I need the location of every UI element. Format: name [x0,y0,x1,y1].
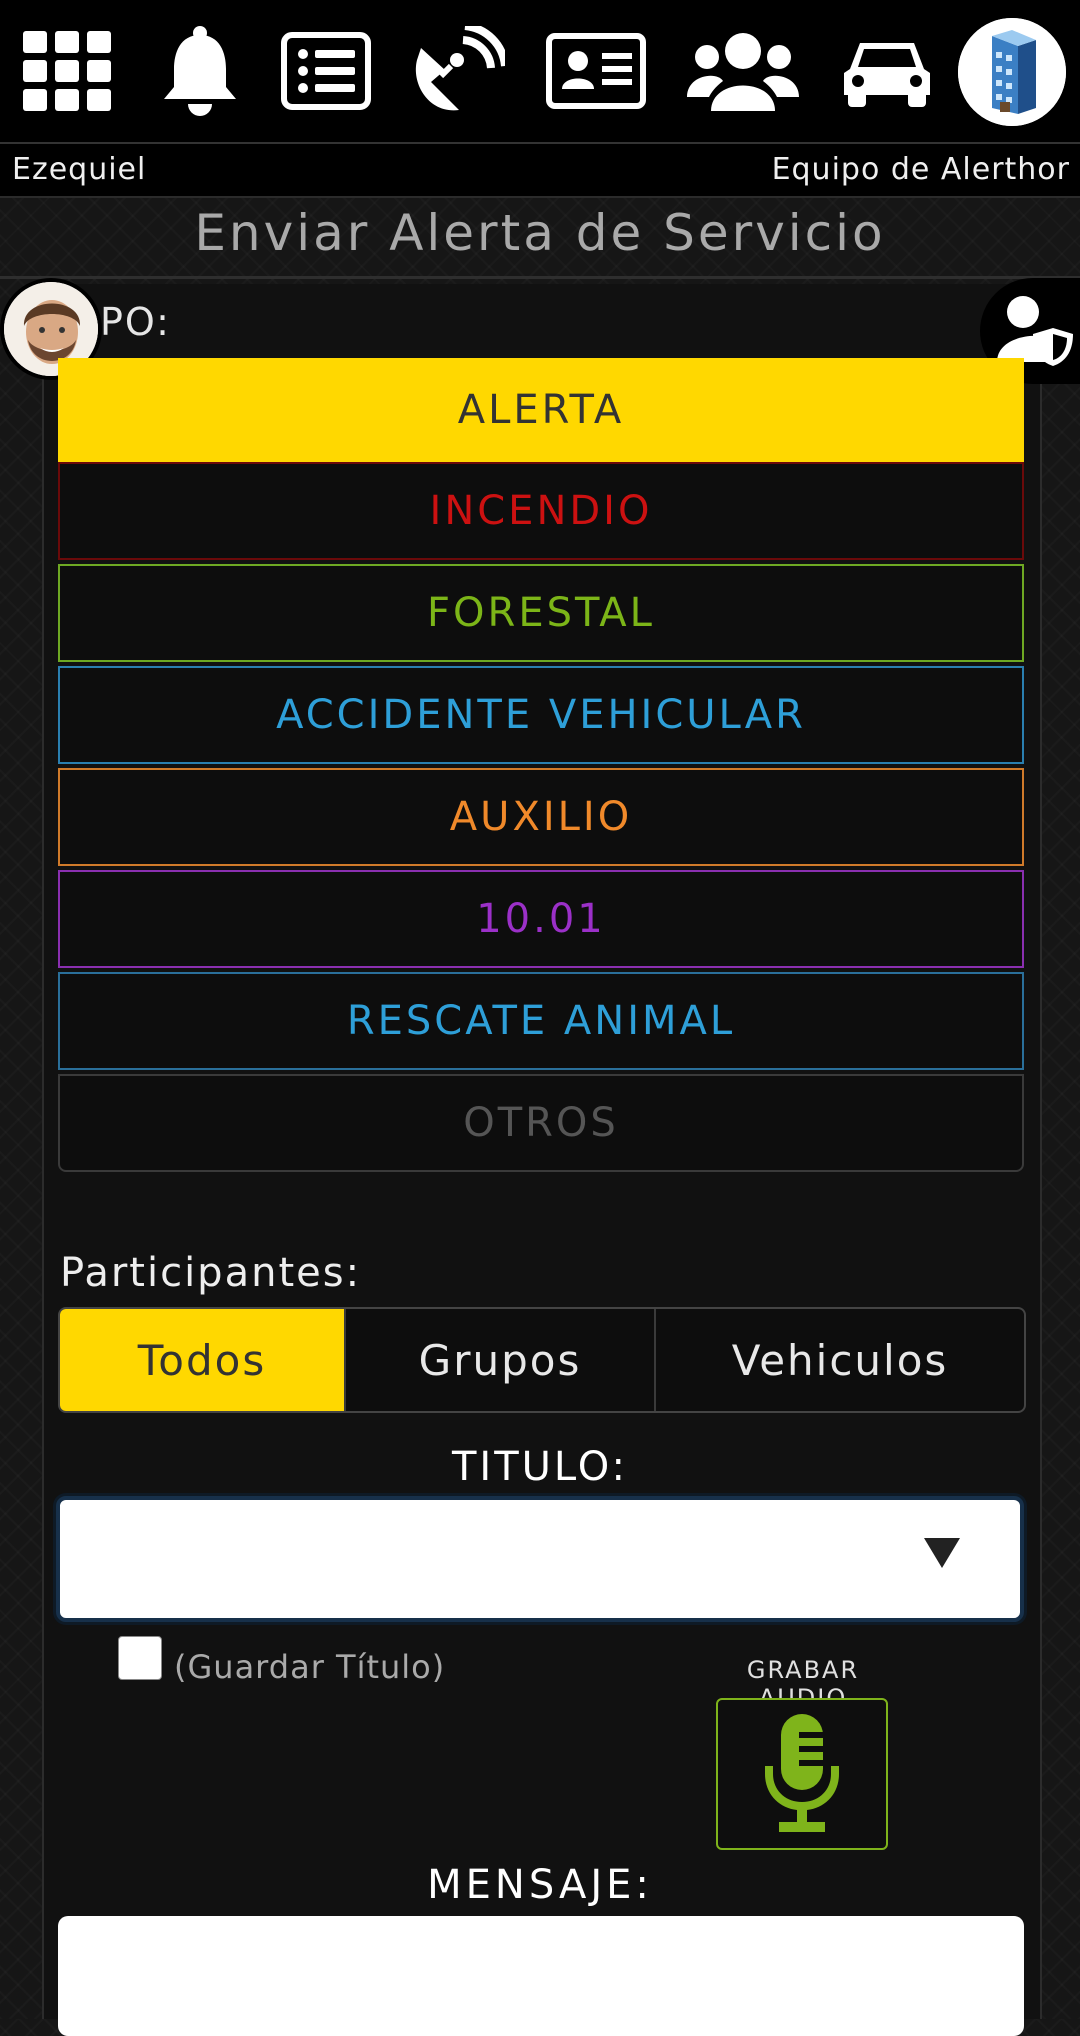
satellite-dish-icon[interactable] [410,18,506,124]
team-name: Equipo de Alerthor [771,152,1070,187]
save-title-checkbox[interactable] [118,1636,162,1680]
alert-type-rescate-animal[interactable]: RESCATE ANIMAL [58,972,1024,1070]
alert-type-otros[interactable]: OTROS [58,1074,1024,1172]
alert-type-auxilio[interactable]: AUXILIO [58,768,1024,866]
alert-type-label: ALERTA [457,387,625,433]
user-name: Ezequiel [12,152,147,187]
list-icon[interactable] [280,18,372,124]
dropdown-arrow-icon[interactable] [924,1538,960,1568]
titulo-label: TITULO: [451,1444,629,1490]
alert-type-label: ACCIDENTE VEHICULAR [276,692,806,738]
alert-type-incendio[interactable]: INCENDIO [58,462,1024,560]
grid-icon[interactable] [20,18,116,124]
titulo-select[interactable] [56,1496,1024,1622]
participants-selector: Todos Grupos Vehiculos [58,1307,1026,1413]
alert-type-alerta[interactable]: ALERTA [58,358,1024,462]
alert-type-label: OTROS [463,1100,619,1146]
user-bar: Ezequiel Equipo de Alerthor [0,144,1080,198]
users-icon[interactable] [686,18,800,124]
record-audio-button[interactable] [716,1698,888,1850]
alert-type-label: 10.01 [476,896,606,942]
alert-type-forestal[interactable]: FORESTAL [58,564,1024,662]
bell-icon[interactable] [158,18,242,124]
save-title-label[interactable]: (Guardar Título) [174,1648,445,1686]
alert-type-label: RESCATE ANIMAL [346,998,736,1044]
mensaje-label: MENSAJE: [427,1862,653,1908]
alert-type-10-01[interactable]: 10.01 [58,870,1024,968]
page-title: Enviar Alerta de Servicio [194,204,886,262]
participants-option-grupos[interactable]: Grupos [344,1309,654,1411]
alert-type-label: AUXILIO [449,794,633,840]
id-card-icon[interactable] [546,18,646,124]
alert-type-label: INCENDIO [429,488,653,534]
participants-label: Participantes: [60,1250,362,1296]
alert-type-accidente-vehicular[interactable]: ACCIDENTE VEHICULAR [58,666,1024,764]
top-toolbar [0,0,1080,144]
alert-type-label: FORESTAL [427,590,655,636]
alert-type-list: ALERTA INCENDIO FORESTAL ACCIDENTE VEHIC… [58,358,1024,1176]
tipo-label: PO: [100,300,171,344]
participants-option-vehiculos[interactable]: Vehiculos [654,1309,1024,1411]
microphone-icon [765,1714,839,1832]
mensaje-textarea[interactable] [58,1916,1024,2036]
participants-option-todos[interactable]: Todos [60,1309,344,1411]
building-icon[interactable] [958,18,1066,126]
car-icon[interactable] [842,18,932,124]
divider [0,276,1080,279]
